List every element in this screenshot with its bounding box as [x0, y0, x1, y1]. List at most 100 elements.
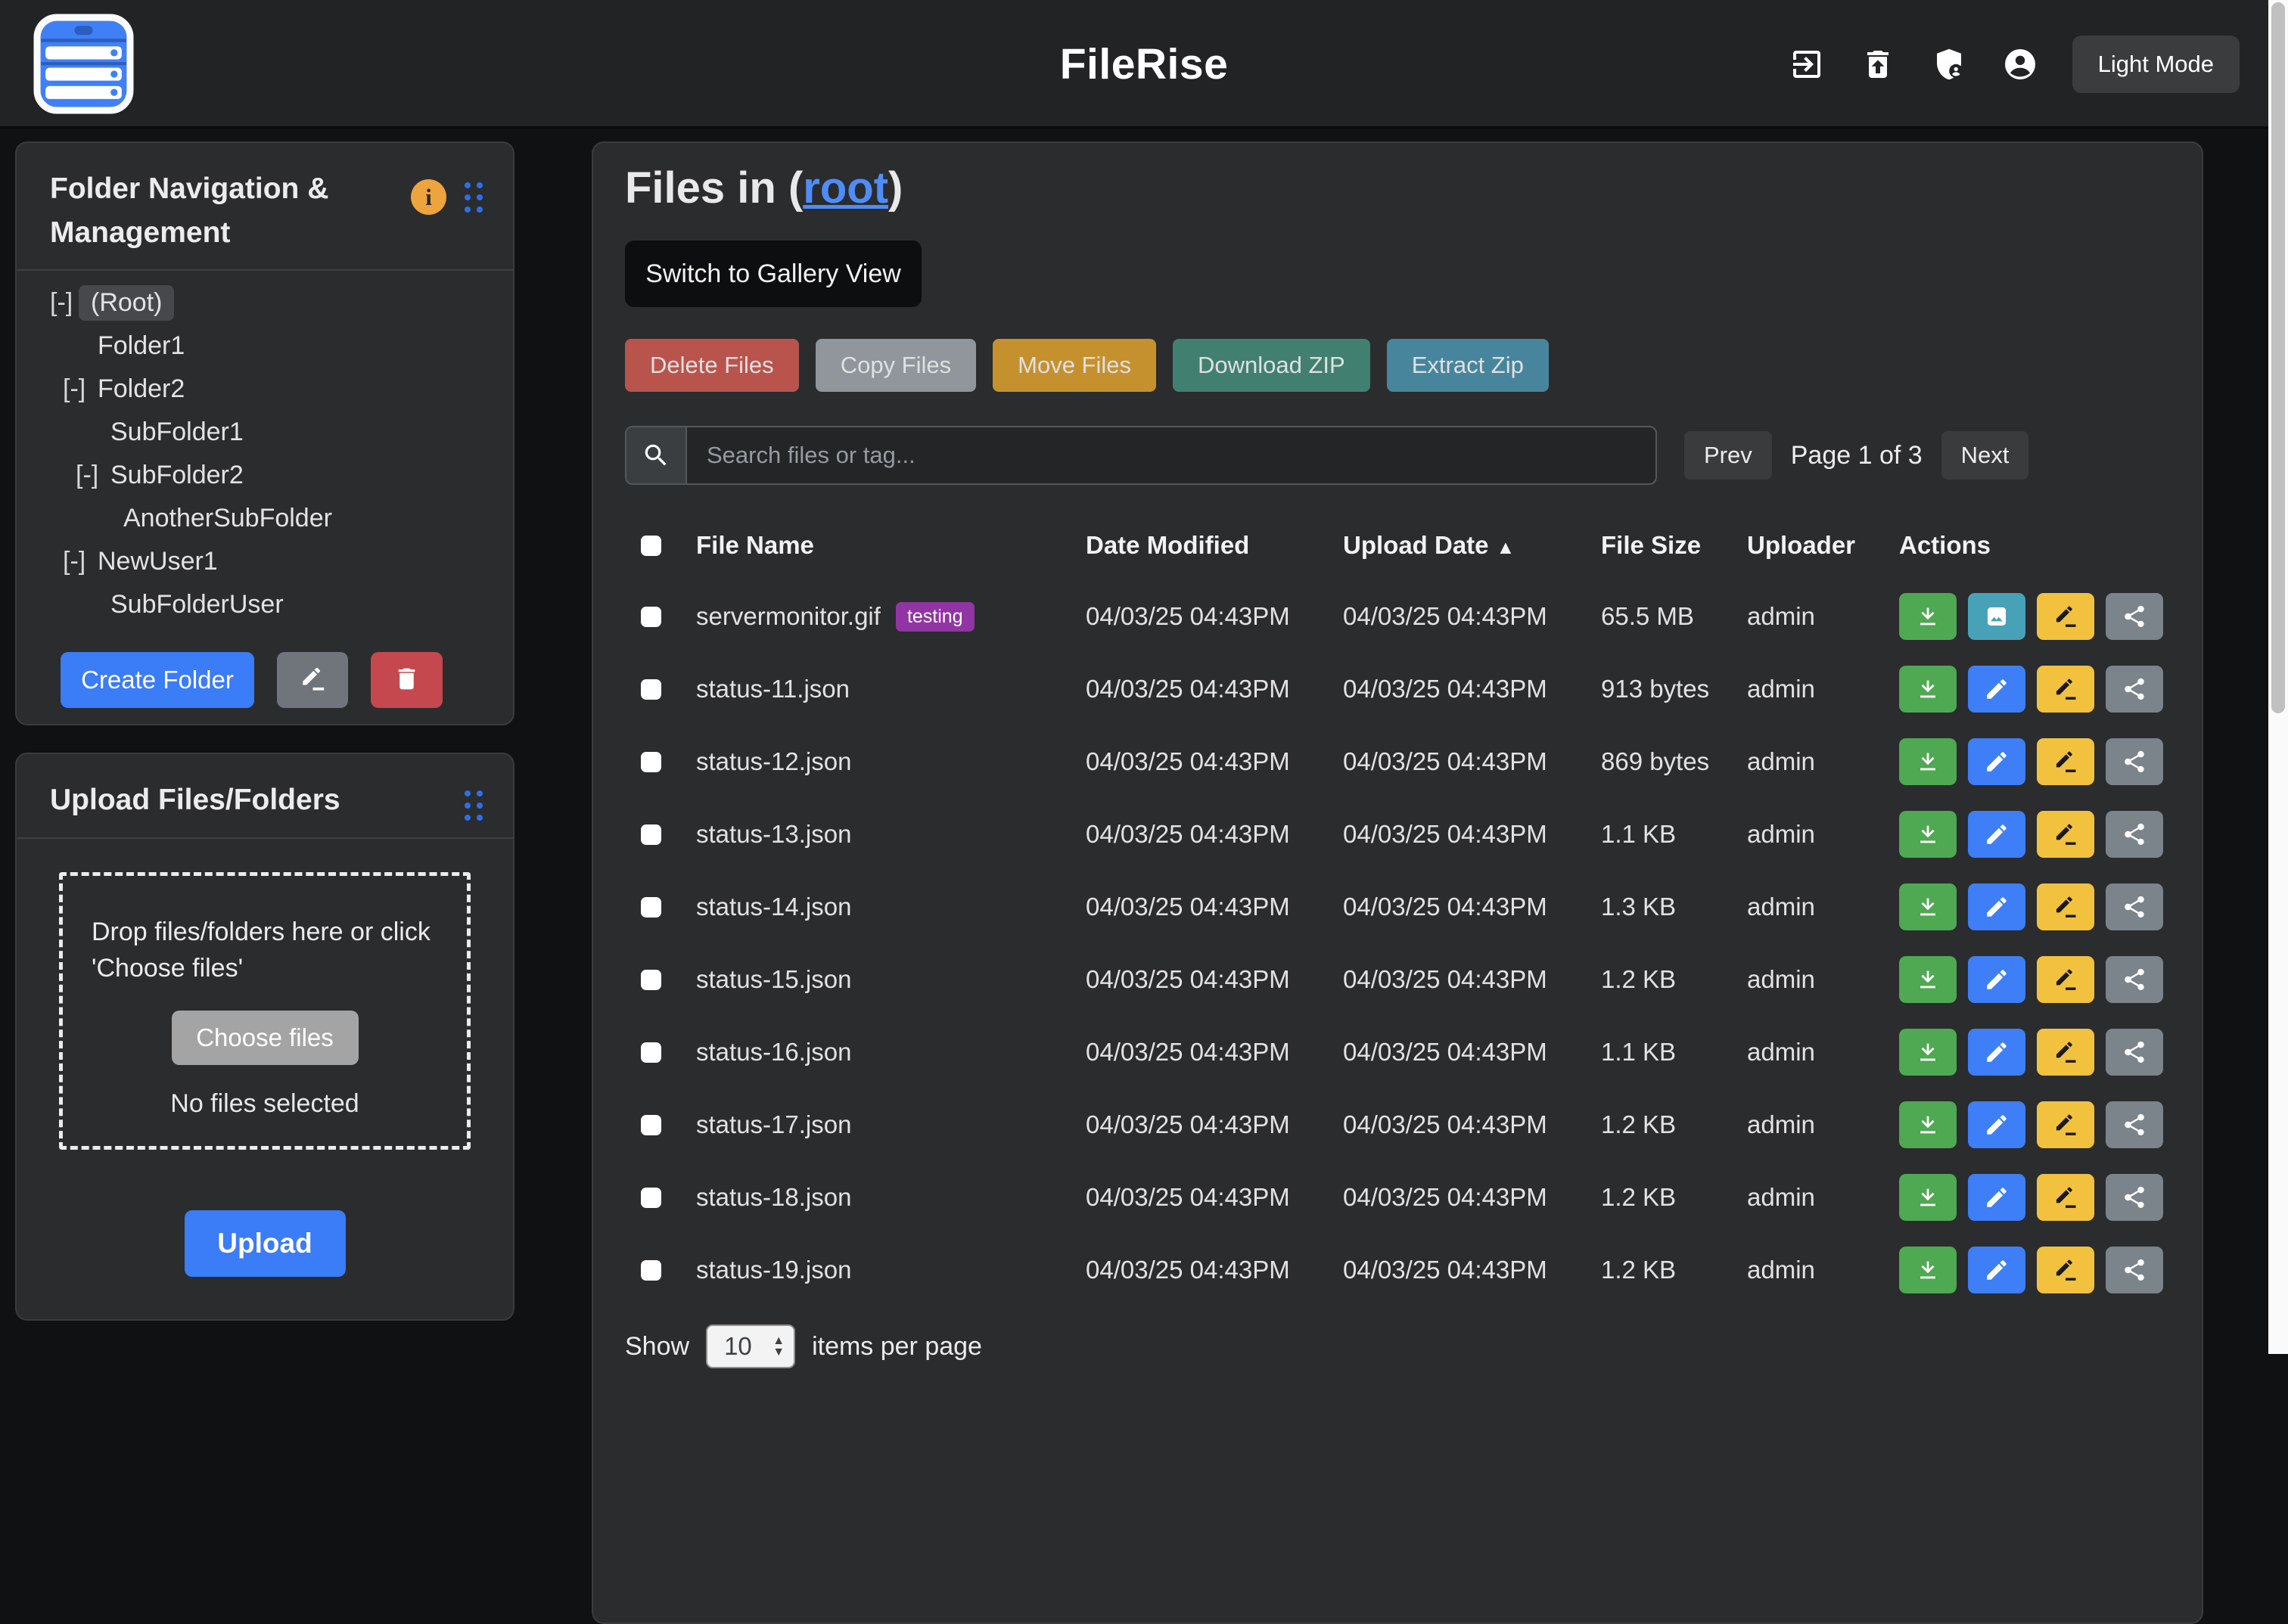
switch-gallery-view-button[interactable]: Switch to Gallery View: [625, 241, 922, 307]
column-header-date-modified[interactable]: Date Modified: [1086, 531, 1343, 560]
info-icon[interactable]: i: [411, 179, 446, 215]
tree-toggle[interactable]: [-]: [63, 547, 98, 576]
choose-files-button[interactable]: Choose files: [172, 1011, 359, 1065]
edit-button[interactable]: [1968, 811, 2025, 858]
edit-button[interactable]: [1968, 1174, 2025, 1221]
create-folder-button[interactable]: Create Folder: [61, 652, 254, 708]
row-checkbox[interactable]: [641, 1115, 661, 1135]
search-input[interactable]: [687, 427, 1655, 483]
rename-button[interactable]: [2037, 1101, 2094, 1148]
download-button[interactable]: [1899, 1247, 1957, 1293]
share-button[interactable]: [2106, 1029, 2163, 1076]
light-mode-button[interactable]: Light Mode: [2072, 36, 2240, 93]
upload-dropzone[interactable]: Drop files/folders here or click 'Choose…: [59, 872, 471, 1150]
rename-folder-button[interactable]: [277, 652, 348, 708]
download-button[interactable]: [1899, 593, 1957, 640]
delete-folder-button[interactable]: [371, 652, 443, 708]
drag-handle-icon[interactable]: [465, 182, 483, 213]
scrollbar-thumb[interactable]: [2271, 2, 2285, 713]
tree-label[interactable]: SubFolder2: [110, 461, 244, 490]
row-checkbox[interactable]: [641, 752, 661, 772]
rename-button[interactable]: [2037, 1174, 2094, 1221]
account-circle-icon[interactable]: [2001, 45, 2039, 83]
tree-item-newuser1[interactable]: [-]NewUser1: [17, 540, 513, 583]
share-button[interactable]: [2106, 738, 2163, 785]
file-name[interactable]: status-17.json: [696, 1110, 851, 1139]
file-name[interactable]: status-18.json: [696, 1183, 851, 1212]
download-button[interactable]: [1899, 956, 1957, 1003]
download-button[interactable]: [1899, 738, 1957, 785]
edit-button[interactable]: [1968, 1101, 2025, 1148]
row-checkbox[interactable]: [641, 1188, 661, 1208]
tree-item-anothersubfolder[interactable]: AnotherSubFolder: [17, 497, 513, 540]
share-button[interactable]: [2106, 666, 2163, 713]
file-name[interactable]: status-19.json: [696, 1256, 851, 1284]
file-name[interactable]: status-12.json: [696, 747, 851, 776]
rename-button[interactable]: [2037, 956, 2094, 1003]
download-button[interactable]: [1899, 811, 1957, 858]
edit-button[interactable]: [1968, 1029, 2025, 1076]
file-name[interactable]: servermonitor.gif: [696, 602, 881, 631]
upload-button[interactable]: Upload: [185, 1210, 346, 1277]
tree-label[interactable]: SubFolder1: [110, 418, 244, 447]
share-button[interactable]: [2106, 811, 2163, 858]
rename-button[interactable]: [2037, 883, 2094, 930]
rename-button[interactable]: [2037, 738, 2094, 785]
edit-button[interactable]: [1968, 738, 2025, 785]
share-button[interactable]: [2106, 1174, 2163, 1221]
row-checkbox[interactable]: [641, 897, 661, 918]
rename-button[interactable]: [2037, 1029, 2094, 1076]
file-name[interactable]: status-16.json: [696, 1038, 851, 1067]
rename-button[interactable]: [2037, 666, 2094, 713]
tree-item-folder1[interactable]: Folder1: [17, 324, 513, 368]
tree-item-folder2[interactable]: [-]Folder2: [17, 368, 513, 411]
file-name[interactable]: status-13.json: [696, 820, 851, 849]
row-checkbox[interactable]: [641, 970, 661, 990]
share-button[interactable]: [2106, 593, 2163, 640]
download-button[interactable]: [1899, 666, 1957, 713]
prev-page-button[interactable]: Prev: [1684, 431, 1772, 480]
file-name[interactable]: status-11.json: [696, 675, 850, 703]
delete-files-button[interactable]: Delete Files: [625, 339, 799, 392]
download-zip-button[interactable]: Download ZIP: [1173, 339, 1370, 392]
tree-toggle[interactable]: [-]: [63, 374, 98, 404]
share-button[interactable]: [2106, 1101, 2163, 1148]
file-name[interactable]: status-15.json: [696, 965, 851, 994]
share-button[interactable]: [2106, 883, 2163, 930]
column-header-file-name[interactable]: File Name: [696, 531, 1086, 560]
tree-item-root[interactable]: [-](Root): [17, 281, 513, 324]
row-checkbox[interactable]: [641, 1260, 661, 1281]
tree-label[interactable]: (Root): [79, 285, 174, 321]
tree-label[interactable]: NewUser1: [98, 547, 218, 576]
extract-zip-button[interactable]: Extract Zip: [1387, 339, 1549, 392]
items-per-page-select[interactable]: 10 ▲▼: [706, 1324, 795, 1368]
row-checkbox[interactable]: [641, 824, 661, 845]
next-page-button[interactable]: Next: [1941, 431, 2029, 480]
column-header-actions[interactable]: Actions: [1899, 531, 2202, 560]
rename-button[interactable]: [2037, 593, 2094, 640]
rename-button[interactable]: [2037, 1247, 2094, 1293]
tree-item-subfolder1[interactable]: SubFolder1: [17, 411, 513, 454]
share-button[interactable]: [2106, 956, 2163, 1003]
row-checkbox[interactable]: [641, 1042, 661, 1063]
download-button[interactable]: [1899, 883, 1957, 930]
edit-button[interactable]: [1968, 1247, 2025, 1293]
move-files-button[interactable]: Move Files: [993, 339, 1156, 392]
preview-button[interactable]: [1968, 593, 2025, 640]
column-header-upload-date[interactable]: Upload Date▲: [1343, 531, 1601, 560]
logout-icon[interactable]: [1788, 45, 1826, 83]
tree-label[interactable]: AnotherSubFolder: [123, 504, 332, 533]
column-header-file-size[interactable]: File Size: [1601, 531, 1747, 560]
row-checkbox[interactable]: [641, 607, 661, 627]
admin-settings-icon[interactable]: [1930, 45, 1968, 83]
share-button[interactable]: [2106, 1247, 2163, 1293]
tree-toggle[interactable]: [-]: [76, 461, 110, 490]
row-checkbox[interactable]: [641, 679, 661, 700]
drag-handle-icon[interactable]: [465, 790, 483, 821]
copy-files-button[interactable]: Copy Files: [816, 339, 976, 392]
restore-trash-icon[interactable]: [1859, 45, 1897, 83]
download-button[interactable]: [1899, 1101, 1957, 1148]
select-all-checkbox[interactable]: [641, 536, 661, 556]
tree-item-subfolderuser[interactable]: SubFolderUser: [17, 583, 513, 626]
edit-button[interactable]: [1968, 666, 2025, 713]
